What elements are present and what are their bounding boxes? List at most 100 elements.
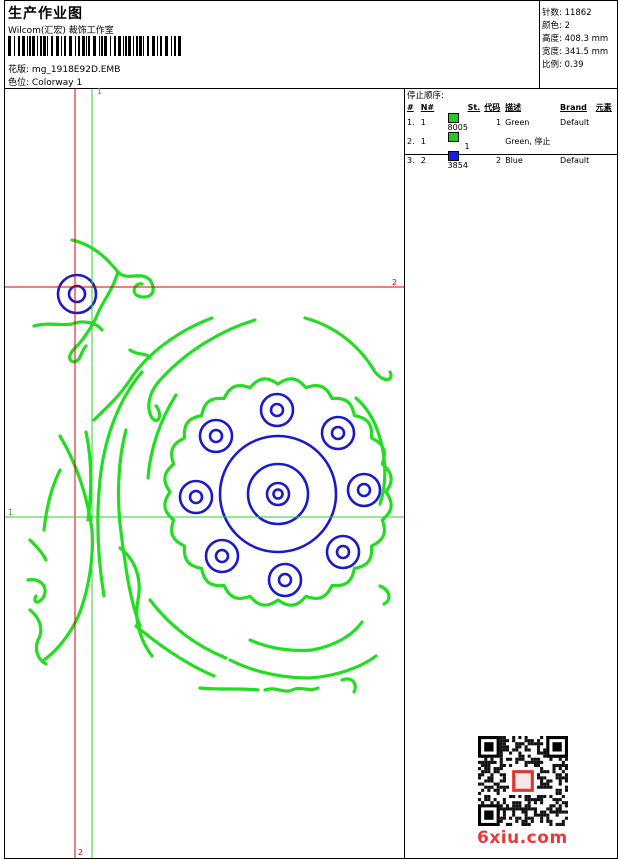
qr-module <box>561 794 565 799</box>
qr-module <box>564 763 568 768</box>
qr-module <box>505 822 510 826</box>
qr-module <box>518 751 522 755</box>
qr-module <box>478 798 482 802</box>
qr-module <box>518 804 522 808</box>
qr-module <box>481 773 485 777</box>
qr-module <box>478 767 482 771</box>
qr-module <box>512 736 516 740</box>
qr-module <box>555 807 559 811</box>
qr-module <box>484 798 488 802</box>
qr-module <box>521 754 525 758</box>
qr-module <box>515 748 519 752</box>
qr-stamp-logo <box>515 773 531 789</box>
qr-module <box>502 788 506 792</box>
qr-module <box>490 757 494 761</box>
qr-module <box>496 785 500 789</box>
qr-module <box>552 804 556 808</box>
qr-module <box>502 813 506 817</box>
satellite-inner-ring <box>188 489 204 505</box>
qr-module <box>543 751 547 755</box>
qr-module <box>509 757 513 761</box>
qr-module <box>478 773 482 777</box>
qr-module <box>540 816 544 820</box>
qr-module <box>493 788 497 792</box>
qr-module <box>527 760 531 764</box>
satellite-inner-ring <box>277 572 293 588</box>
qr-module <box>493 798 497 802</box>
qr-module <box>521 819 525 823</box>
qr-module <box>546 819 550 823</box>
satellite-inner-ring <box>269 402 285 418</box>
qr-module <box>505 785 510 789</box>
qr-module <box>564 788 568 792</box>
qr-module <box>512 801 516 805</box>
qr-module <box>552 810 556 814</box>
qr-module <box>493 782 497 786</box>
qr-module <box>518 816 522 820</box>
qr-module <box>546 816 550 820</box>
qr-module <box>502 763 506 768</box>
qr-module <box>499 736 503 740</box>
qr-module <box>484 794 488 799</box>
qr-module <box>487 779 491 783</box>
qr-module <box>499 763 503 768</box>
qr-module <box>524 819 528 823</box>
qr-module <box>527 816 531 820</box>
qr-module <box>496 791 500 795</box>
qr-module <box>530 742 534 746</box>
qr-module <box>524 745 528 749</box>
qr-module <box>555 788 559 792</box>
qr-module <box>564 757 568 761</box>
satellite-inner-ring <box>214 548 230 564</box>
qr-module <box>527 742 531 746</box>
qr-module <box>561 763 565 768</box>
qr-module <box>555 791 559 795</box>
qr-module <box>552 763 556 768</box>
qr-module <box>536 760 541 764</box>
qr-module <box>524 760 528 764</box>
qr-module <box>540 801 544 805</box>
satellite-inner-ring <box>330 425 346 441</box>
guide-label-bottom: 2 <box>78 848 84 857</box>
qr-module <box>481 801 485 805</box>
qr-module <box>561 770 565 774</box>
qr-module <box>487 785 491 789</box>
qr-module <box>549 807 553 811</box>
qr-module <box>499 779 503 783</box>
guide-label-left: 1 <box>8 508 14 517</box>
qr-module <box>558 798 562 802</box>
guide-lines <box>5 89 404 858</box>
qr-module <box>530 819 534 823</box>
qr-module <box>543 794 547 799</box>
qr-module <box>543 810 547 814</box>
qr-module <box>536 773 541 777</box>
qr-module <box>561 810 565 814</box>
qr-module <box>533 763 537 768</box>
qr-module <box>478 776 482 780</box>
green-scroll-pattern <box>26 238 393 694</box>
qr-module <box>478 782 482 786</box>
qr-module <box>502 748 506 752</box>
qr-module <box>515 816 519 820</box>
qr-module <box>540 736 544 740</box>
qr-module <box>536 763 541 768</box>
satellite-ring <box>204 538 240 574</box>
satellite-ring <box>198 418 234 454</box>
qr-module <box>540 798 544 802</box>
qr-module <box>499 757 503 761</box>
qr-module <box>484 763 488 768</box>
qr-module <box>505 745 510 749</box>
guide-label-right: 2 <box>392 278 398 287</box>
qr-module <box>546 770 550 774</box>
qr-module <box>505 804 510 808</box>
qr-module <box>502 745 506 749</box>
qr-module <box>496 801 500 805</box>
qr-module <box>527 798 531 802</box>
qr-module <box>546 807 550 811</box>
qr-module <box>505 739 510 743</box>
qr-module <box>524 763 528 768</box>
qr-module <box>502 798 506 802</box>
qr-module <box>549 810 553 814</box>
qr-module <box>496 782 500 786</box>
blue-circle-pattern <box>56 273 382 598</box>
